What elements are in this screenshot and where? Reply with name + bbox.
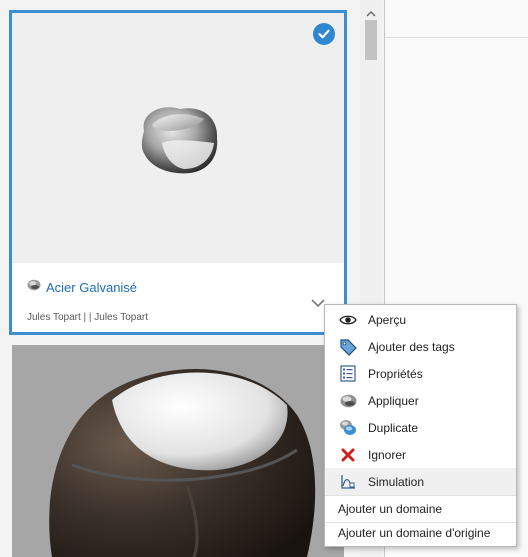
material-preview-shape: [12, 345, 344, 557]
duplicate-icon: [339, 419, 357, 437]
menu-item-label: Appliquer: [368, 393, 419, 408]
divider: [385, 37, 528, 38]
material-info: Acier Galvanisé Jules Topart | | Jules T…: [12, 263, 344, 332]
menu-item-simulation[interactable]: Simulation: [325, 468, 516, 495]
material-icon: [27, 278, 41, 296]
menu-item-label: Ajouter des tags: [368, 339, 455, 354]
eye-icon: [339, 311, 357, 329]
menu-item-label: Aperçu: [368, 312, 407, 327]
material-thumbnail[interactable]: [12, 13, 344, 263]
tag-icon: [339, 338, 357, 356]
menu-item-ignore[interactable]: Ignorer: [325, 441, 516, 468]
simulation-icon: [339, 473, 357, 491]
menu-item-apply[interactable]: Appliquer: [325, 387, 516, 414]
material-preview-shape: [141, 107, 218, 174]
menu-item-duplicate[interactable]: Duplicate: [325, 414, 516, 441]
scroll-up-arrow-icon[interactable]: [366, 5, 376, 17]
menu-item-label: Ajouter un domaine: [338, 501, 443, 516]
properties-icon: [339, 365, 357, 383]
menu-item-properties[interactable]: Propriétés: [325, 360, 516, 387]
ignore-x-icon: [339, 446, 357, 464]
menu-item-label: Ignorer: [368, 447, 407, 462]
menu-item-label: Simulation: [368, 474, 425, 489]
material-card[interactable]: [12, 345, 344, 557]
material-author: Jules Topart | | Jules Topart: [27, 312, 149, 323]
selected-check-icon[interactable]: [313, 23, 335, 45]
material-card-selected[interactable]: Acier Galvanisé Jules Topart | | Jules T…: [9, 10, 347, 335]
menu-item-label: Ajouter un domaine d'origine: [338, 525, 491, 540]
scroll-thumb[interactable]: [365, 20, 377, 60]
menu-item-add-origin-domain[interactable]: Ajouter un domaine d'origine: [325, 519, 516, 546]
menu-item-apercu[interactable]: Aperçu: [325, 306, 516, 333]
menu-item-add-tags[interactable]: Ajouter des tags: [325, 333, 516, 360]
apply-material-icon: [339, 392, 357, 410]
menu-item-label: Duplicate: [368, 420, 419, 435]
menu-item-add-domain[interactable]: Ajouter un domaine: [325, 495, 516, 522]
material-title[interactable]: Acier Galvanisé: [46, 280, 137, 295]
context-menu: Aperçu Ajouter des tags Propriétés Appli…: [324, 304, 517, 547]
menu-item-label: Propriétés: [368, 366, 423, 381]
